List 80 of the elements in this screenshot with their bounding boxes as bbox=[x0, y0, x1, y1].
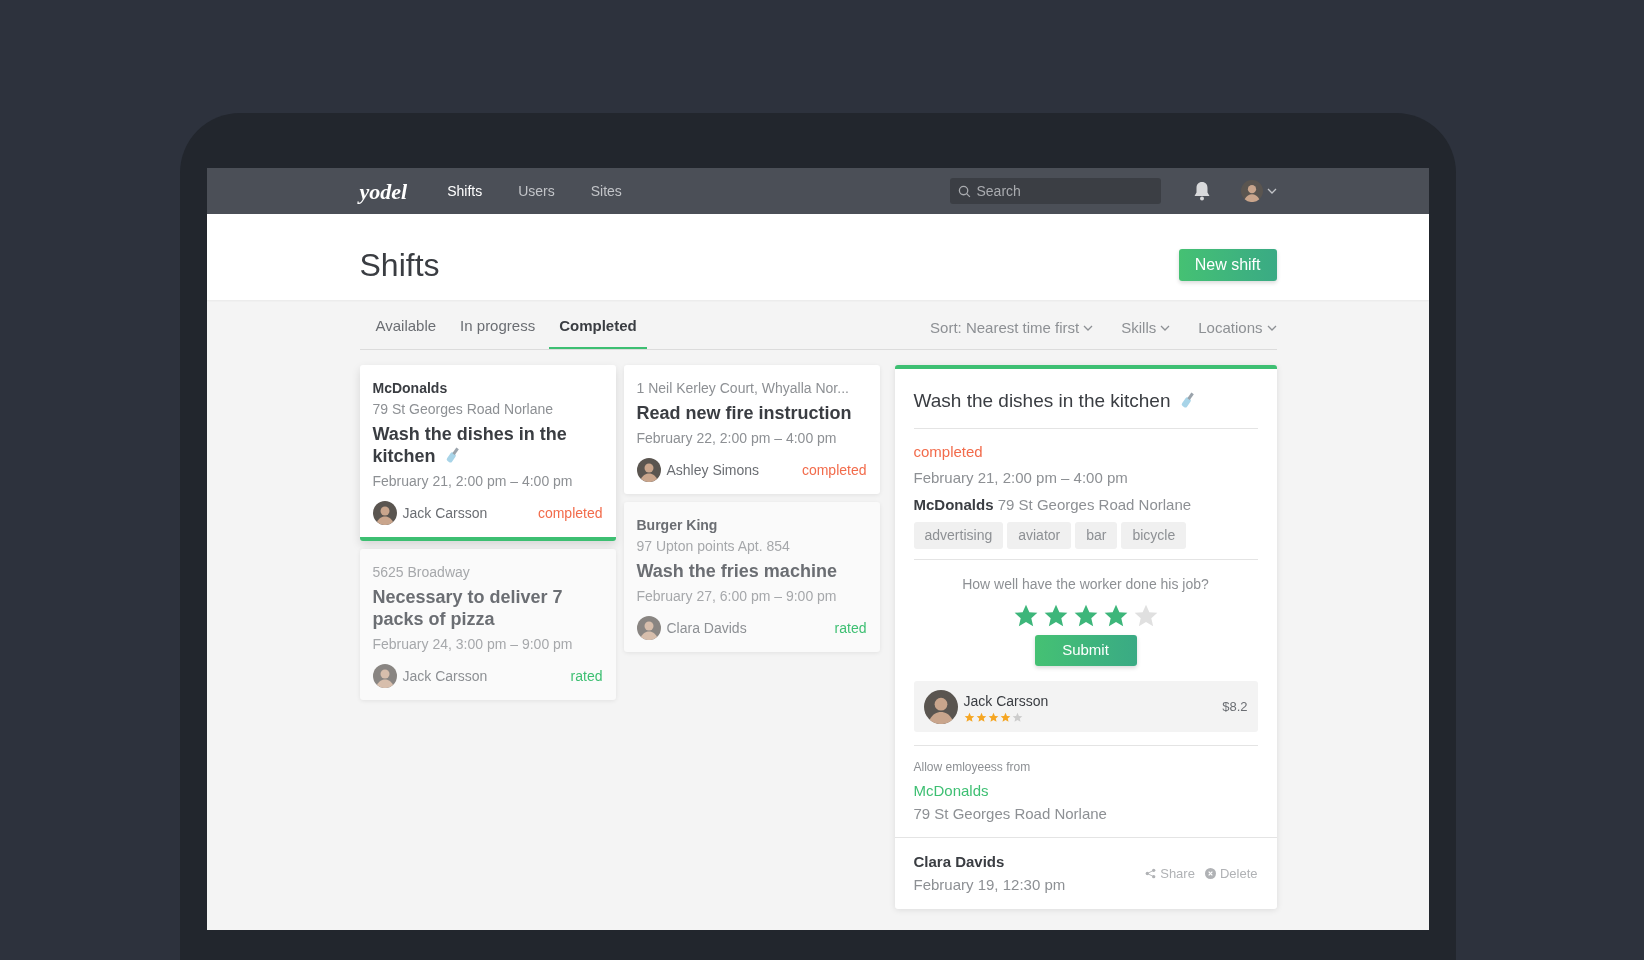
close-icon bbox=[1204, 868, 1216, 879]
new-shift-button[interactable]: New shift bbox=[1178, 249, 1277, 281]
star-icon bbox=[975, 711, 987, 723]
shift-time: February 24, 3:00 pm – 9:00 pm bbox=[372, 635, 574, 654]
avatar bbox=[372, 501, 397, 525]
shift-time: February 21, 2:00 pm – 4:00 pm bbox=[913, 468, 1129, 488]
nav-link[interactable]: Users bbox=[518, 180, 555, 202]
caret-icon bbox=[1266, 188, 1277, 194]
star-icon bbox=[1011, 711, 1023, 723]
chevron-down-icon bbox=[1266, 324, 1277, 331]
status-label: rated bbox=[834, 618, 867, 638]
share-icon bbox=[1145, 868, 1157, 879]
avatar bbox=[1240, 180, 1263, 202]
worker-name: Clara Davids bbox=[666, 618, 748, 638]
address: 79 St Georges Road Norlane bbox=[997, 495, 1192, 513]
company-name: McDonalds bbox=[372, 379, 449, 398]
tab[interactable]: In progress bbox=[450, 314, 546, 349]
skill-tag: bar bbox=[1075, 522, 1118, 549]
address: 79 St Georges Road Norlane bbox=[372, 400, 555, 419]
submit-button[interactable]: Submit bbox=[1034, 635, 1137, 666]
shift-title: Read new fire instruction bbox=[636, 402, 853, 424]
nav-link[interactable]: Shifts bbox=[447, 180, 483, 202]
shift-time: February 21, 2:00 pm – 4:00 pm bbox=[372, 472, 574, 491]
worker-name: Ashley Simons bbox=[666, 460, 761, 480]
status-label: rated bbox=[570, 666, 603, 686]
skill-tag: bicycle bbox=[1121, 522, 1187, 549]
shift-title: Necessary to deliver 7 packs of pizza bbox=[372, 586, 564, 630]
address: 1 Neil Kerley Court, Whyalla Nor... bbox=[636, 379, 850, 398]
tab[interactable]: Completed bbox=[549, 314, 647, 349]
avatar bbox=[636, 616, 661, 640]
chevron-down-icon bbox=[1160, 324, 1171, 331]
shift-card[interactable]: McDonalds 79 St Georges Road Norlane Wash the dishes in the kitchen February 21, 2:00 pm – 4:00 pm Jack Carsson completed bbox=[359, 365, 616, 541]
avatar bbox=[372, 664, 397, 688]
shift-card[interactable]: 5625 Broadway Necessary to deliver 7 packs of pizza February 24, 3:00 pm – 9:00 pm Jack Carsson rated bbox=[359, 549, 616, 700]
worker-name: Jack Carsson bbox=[402, 503, 489, 523]
filter-dropdown[interactable]: Skills bbox=[1121, 316, 1171, 349]
shift-time: February 22, 2:00 pm – 4:00 pm bbox=[636, 429, 838, 448]
star-icon bbox=[1102, 603, 1129, 629]
chevron-down-icon bbox=[1083, 324, 1094, 331]
avatar bbox=[636, 458, 661, 482]
skill-tag: advertising bbox=[913, 522, 1004, 549]
search-icon bbox=[957, 185, 971, 198]
star-icon bbox=[987, 711, 999, 723]
status-label: completed bbox=[801, 460, 867, 480]
avatar bbox=[923, 689, 958, 724]
filter-dropdown[interactable]: Sort: Nearest time first bbox=[930, 316, 1094, 349]
tab[interactable]: Available bbox=[365, 314, 447, 349]
star-icon bbox=[1012, 603, 1039, 629]
worker-name: Jack Carsson bbox=[963, 691, 1050, 711]
address: 5625 Broadway bbox=[372, 563, 471, 582]
star-icon bbox=[999, 711, 1011, 723]
skill-tag: aviator bbox=[1007, 522, 1072, 549]
filter-dropdown[interactable]: Locations bbox=[1198, 316, 1277, 349]
shift-card[interactable]: Burger King 97 Upton points Apt. 854 Wash the fries machine February 27, 6:00 pm – 9:00 pm Clara Davids rated bbox=[623, 502, 880, 652]
logo[interactable]: yodel bbox=[359, 174, 408, 208]
star-icon bbox=[963, 711, 975, 723]
shift-card[interactable]: 1 Neil Kerley Court, Whyalla Nor... Read new fire instruction February 22, 2:00 pm – 4:00 pm Ashley Simons completed bbox=[623, 365, 880, 494]
allow-label: Allow emloyeess from bbox=[913, 759, 1032, 776]
detail-title: Wash the dishes in the kitchen bbox=[913, 369, 1258, 429]
worker-name: Jack Carsson bbox=[402, 666, 489, 686]
company-name: McDonalds bbox=[913, 495, 994, 513]
rating-question: How well have the worker done his job? bbox=[961, 575, 1210, 594]
address: 97 Upton points Apt. 854 bbox=[636, 537, 791, 556]
star-icon bbox=[1072, 603, 1099, 629]
nav-link[interactable]: Sites bbox=[590, 180, 622, 202]
company-name: Burger King bbox=[636, 516, 719, 535]
shift-time: February 27, 6:00 pm – 9:00 pm bbox=[636, 587, 838, 606]
posted-time: February 19, 12:30 pm bbox=[913, 874, 1067, 895]
shift-title: Wash the dishes in the kitchen bbox=[372, 423, 568, 467]
star-icon bbox=[1042, 603, 1069, 629]
pay-amount: $8.2 bbox=[1222, 697, 1248, 716]
star-icon bbox=[1132, 603, 1159, 629]
shift-title: Wash the fries machine bbox=[636, 560, 838, 582]
page-title: Shifts bbox=[359, 246, 440, 285]
bell-icon[interactable] bbox=[1192, 181, 1211, 201]
search-field[interactable]: Search bbox=[949, 178, 1161, 204]
status-label: completed bbox=[913, 441, 984, 462]
author-name: Clara Davids bbox=[913, 852, 1006, 872]
status-label: completed bbox=[537, 503, 603, 523]
address: 79 St Georges Road Norlane bbox=[913, 803, 1108, 824]
